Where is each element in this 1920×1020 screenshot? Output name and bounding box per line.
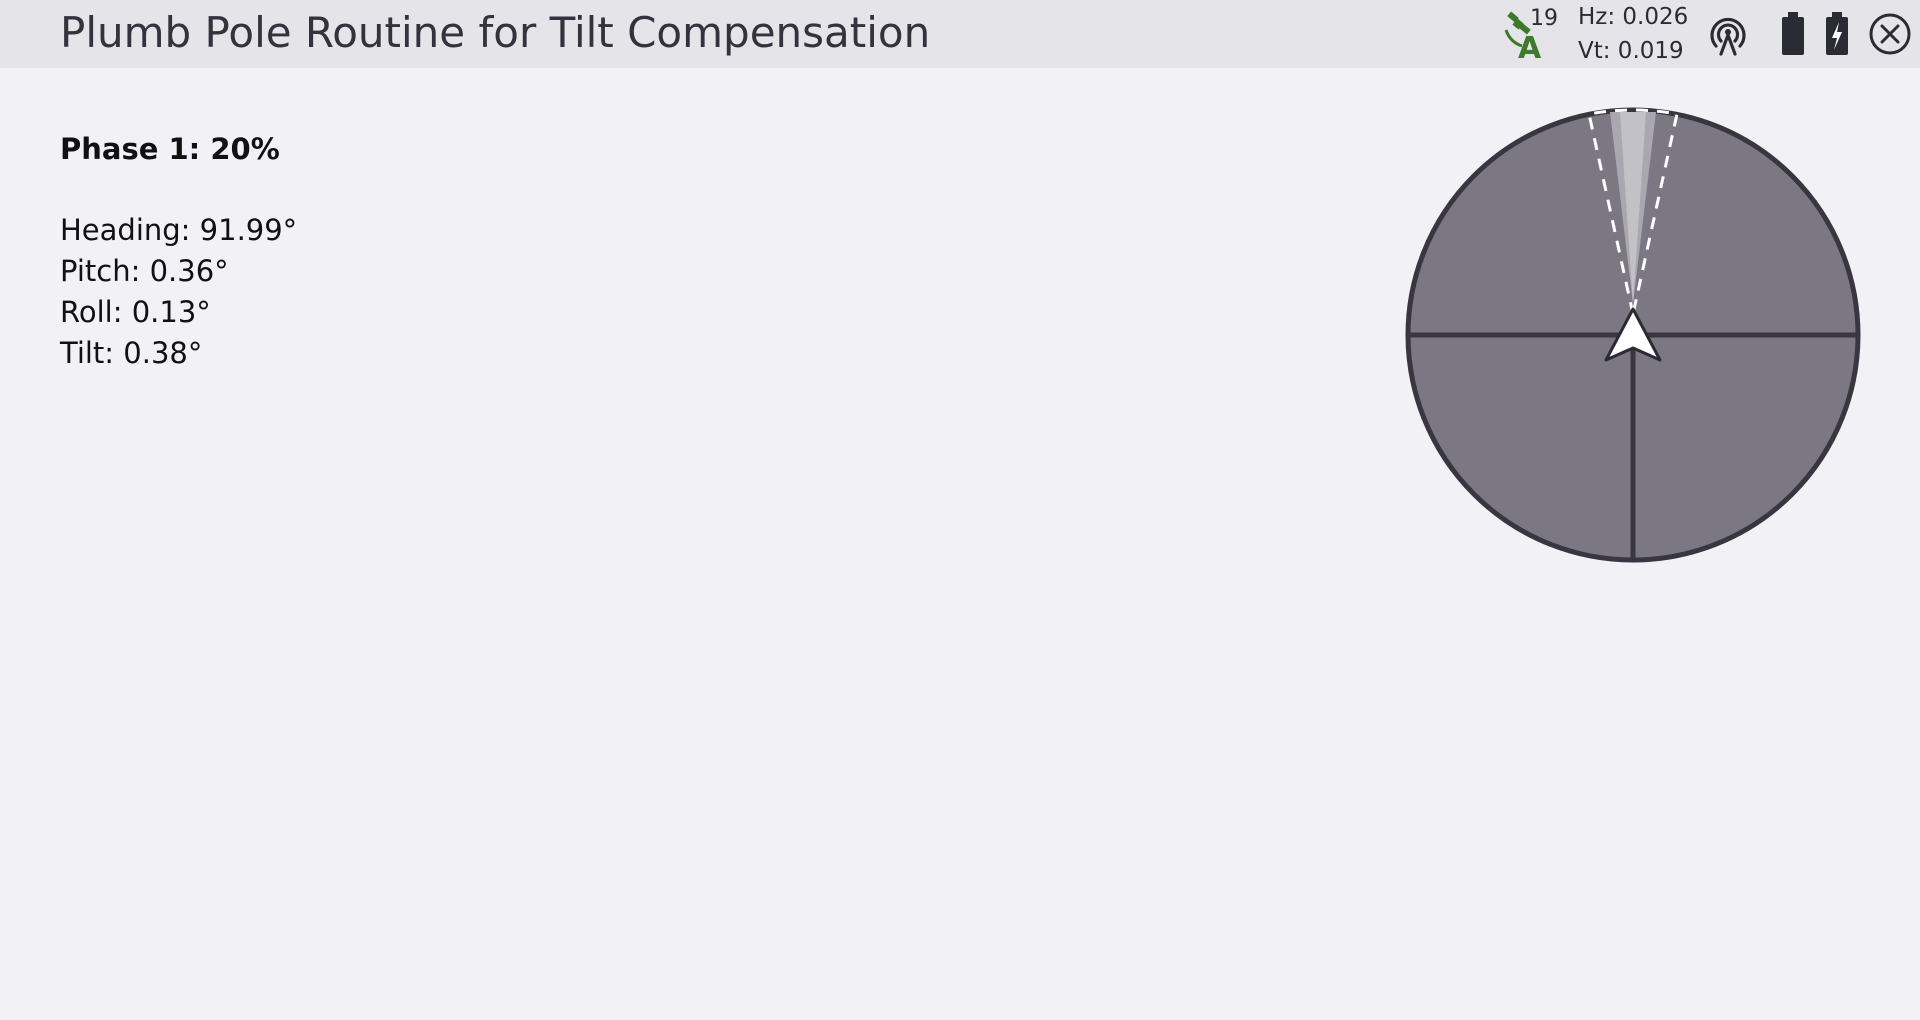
battery-icon — [1782, 12, 1804, 55]
radio-status-button[interactable] — [1704, 10, 1752, 62]
pitch-readout: Pitch: 0.36° — [60, 254, 229, 288]
controller-battery-button[interactable] — [1780, 12, 1806, 60]
roll-readout: Roll: 0.13° — [60, 295, 211, 329]
close-button[interactable] — [1868, 12, 1912, 60]
vt-precision: Vt: 0.019 — [1578, 38, 1684, 64]
tilt-readout: Tilt: 0.38° — [60, 336, 203, 370]
tilt-dial — [1400, 104, 1870, 578]
battery-charging-icon — [1826, 12, 1848, 55]
close-icon — [1869, 13, 1911, 55]
satellite-count: 19 — [1530, 6, 1558, 31]
phase-progress-label: Phase 1: 20% — [60, 132, 280, 166]
precision-readout[interactable]: Hz: 0.026 Vt: 0.019 — [1578, 0, 1688, 68]
tilt-dial-graphic — [1405, 107, 1861, 563]
receiver-battery-button[interactable] — [1824, 12, 1850, 60]
page-title: Plumb Pole Routine for Tilt Compensation — [60, 8, 931, 57]
satellite-status[interactable]: A 19 — [1504, 6, 1564, 66]
radio-signal-icon — [1710, 17, 1746, 56]
phase-panel: Phase 1: 20% Heading: 91.99° Pitch: 0.36… — [60, 132, 297, 374]
heading-readout: Heading: 91.99° — [60, 213, 298, 247]
title-bar: Plumb Pole Routine for Tilt Compensation… — [0, 0, 1920, 68]
hz-precision: Hz: 0.026 — [1578, 4, 1689, 30]
svg-text:A: A — [1518, 31, 1542, 62]
